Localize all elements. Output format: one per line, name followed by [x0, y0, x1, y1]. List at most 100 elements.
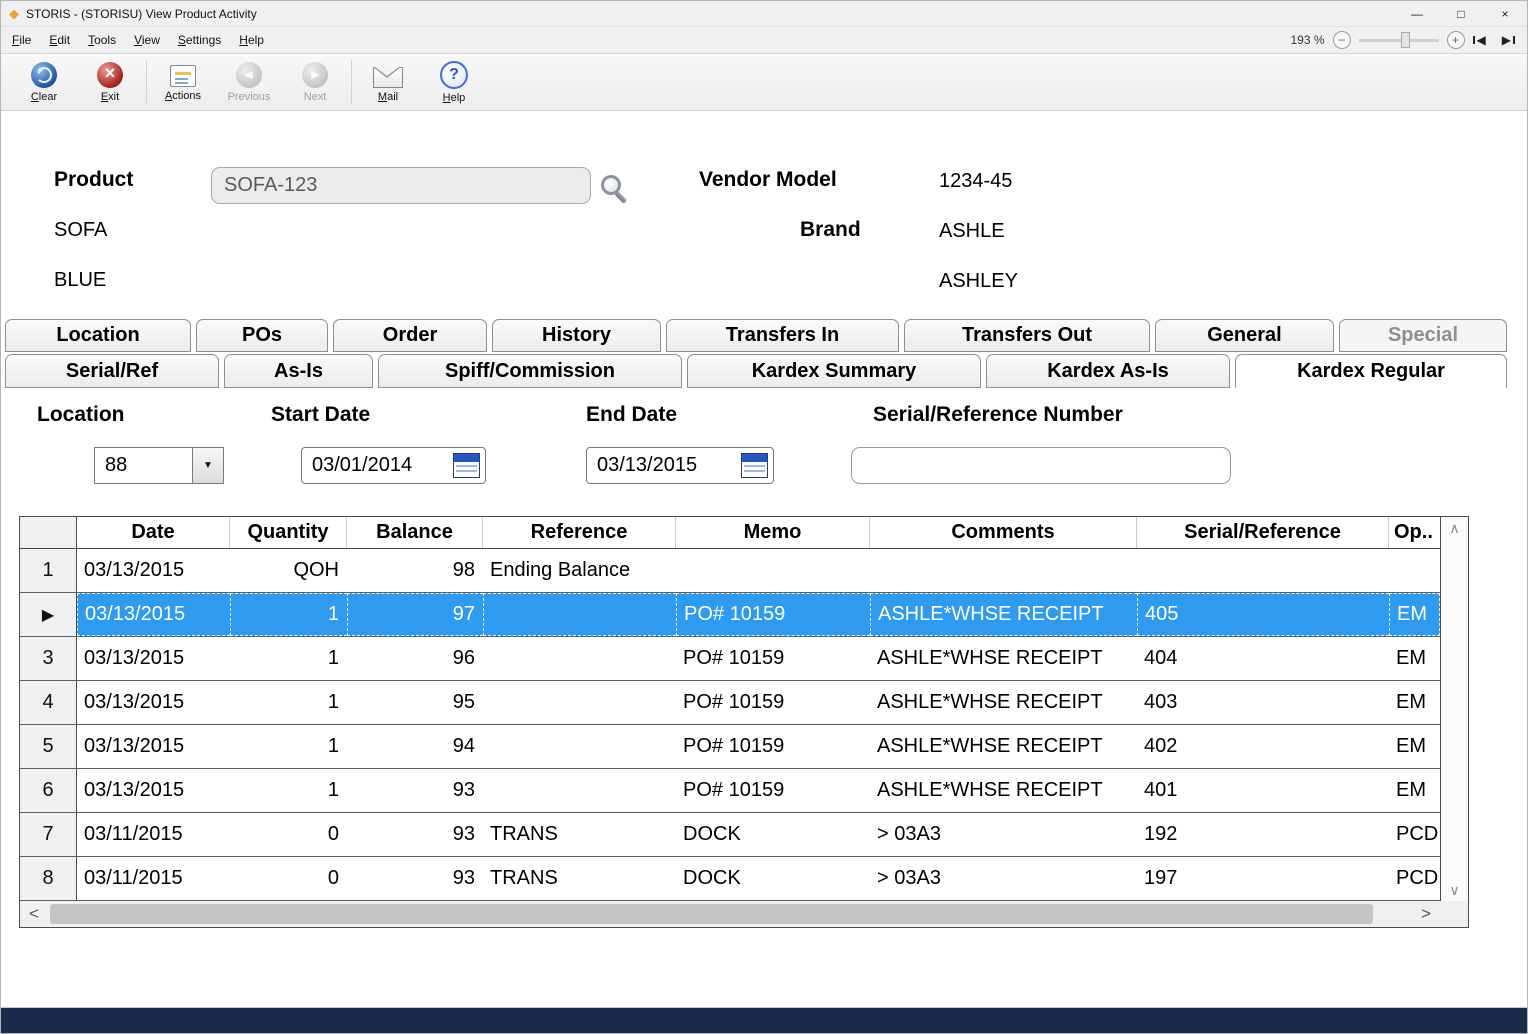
menu-item-edit[interactable]: Edit — [40, 33, 79, 47]
maximize-button[interactable]: □ — [1439, 1, 1483, 26]
exit-button[interactable]: Exit — [77, 56, 143, 108]
product-code-field[interactable] — [211, 167, 591, 204]
tab-pos[interactable]: POs — [196, 319, 328, 352]
table-row-2[interactable]: ▶03/13/2015197PO# 10159ASHLE*WHSE RECEIP… — [20, 593, 1440, 637]
table-row-6[interactable]: 603/13/2015193PO# 10159ASHLE*WHSE RECEIP… — [20, 769, 1440, 813]
end-date-field[interactable]: 03/13/2015 — [586, 447, 774, 484]
cell-date: 03/13/2015 — [77, 769, 230, 812]
scroll-up-button[interactable]: ∧ — [1441, 517, 1468, 539]
tab-kardex-summary[interactable]: Kardex Summary — [687, 354, 981, 388]
toolbar-label-next: Next — [304, 91, 327, 103]
column-header-memo[interactable]: Memo — [676, 517, 870, 548]
start-date-field[interactable]: 03/01/2014 — [301, 447, 486, 484]
menu-items: FileEditToolsViewSettingsHelp — [1, 27, 273, 53]
table-row-4[interactable]: 403/13/2015195PO# 10159ASHLE*WHSE RECEIP… — [20, 681, 1440, 725]
cell-balance: 95 — [347, 681, 483, 724]
table-row-5[interactable]: 503/13/2015194PO# 10159ASHLE*WHSE RECEIP… — [20, 725, 1440, 769]
row-header-1[interactable]: 1 — [20, 549, 77, 592]
table-row-3[interactable]: 303/13/2015196PO# 10159ASHLE*WHSE RECEIP… — [20, 637, 1440, 681]
cell-comments: > 03A3 — [870, 813, 1137, 856]
clear-button[interactable]: Clear — [11, 56, 77, 108]
zoom-out-button[interactable]: − — [1333, 31, 1351, 49]
tab-as-is[interactable]: As-Is — [224, 354, 373, 388]
scroll-left-button[interactable]: < — [20, 904, 48, 924]
actions-button[interactable]: Actions — [150, 56, 216, 108]
help-button[interactable]: Help — [421, 56, 487, 108]
minimize-button[interactable]: — — [1395, 1, 1439, 26]
menu-item-tools[interactable]: Tools — [79, 33, 125, 47]
table-row-8[interactable]: 803/11/2015093TRANSDOCK> 03A3197PCD — [20, 857, 1440, 901]
row-header-5[interactable]: 5 — [20, 725, 77, 768]
zoom-slider-thumb[interactable] — [1401, 32, 1410, 48]
mail-button[interactable]: Mail — [355, 56, 421, 108]
column-header-date[interactable]: Date — [77, 517, 230, 548]
column-header-reference[interactable]: Reference — [483, 517, 676, 548]
row-header-7[interactable]: 7 — [20, 813, 77, 856]
product-description-1: SOFA — [54, 219, 107, 242]
column-header-balance[interactable]: Balance — [347, 517, 483, 548]
calendar-icon[interactable] — [453, 453, 480, 478]
serial-reference-input[interactable] — [851, 447, 1231, 484]
tab-order[interactable]: Order — [333, 319, 487, 352]
vertical-scrollbar[interactable]: ∧ ∨ — [1440, 517, 1468, 901]
vscroll-track[interactable] — [1441, 539, 1468, 879]
scroll-right-button[interactable]: > — [1412, 904, 1440, 924]
location-dropdown-button[interactable]: ▼ — [192, 448, 223, 483]
tab-kardex-regular[interactable]: Kardex Regular — [1235, 354, 1507, 388]
tab-history[interactable]: History — [492, 319, 661, 352]
record-first-button[interactable]: ◀ — [1473, 33, 1490, 47]
tab-transfers-in[interactable]: Transfers In — [666, 319, 899, 352]
cell-comments: ASHLE*WHSE RECEIPT — [870, 681, 1137, 724]
table-row-1[interactable]: 103/13/2015QOH98Ending Balance — [20, 549, 1440, 593]
grid-select-all-cell[interactable] — [20, 517, 77, 548]
kardex-grid: DateQuantityBalanceReferenceMemoComments… — [19, 516, 1469, 928]
cell-op: EM — [1389, 725, 1440, 768]
cell-memo: PO# 10159 — [676, 725, 870, 768]
column-header-serial[interactable]: Serial/Reference — [1137, 517, 1389, 548]
end-date-value: 03/13/2015 — [597, 454, 697, 477]
calendar-icon[interactable] — [741, 453, 768, 478]
row-header-2[interactable]: ▶ — [20, 593, 77, 636]
tabs-row2: Serial/RefAs-IsSpiff/CommissionKardex Su… — [5, 354, 1507, 388]
next-icon — [302, 62, 328, 88]
menu-item-help[interactable]: Help — [230, 33, 273, 47]
row-header-8[interactable]: 8 — [20, 857, 77, 900]
app-icon: ◆ — [9, 6, 19, 22]
menu-item-file[interactable]: File — [3, 33, 40, 47]
cell-quantity: 0 — [230, 813, 347, 856]
cell-reference — [483, 681, 676, 724]
search-icon[interactable] — [598, 171, 634, 207]
location-select[interactable]: 88 ▼ — [94, 447, 224, 484]
close-button[interactable]: × — [1483, 1, 1527, 26]
record-last-button[interactable]: ▶ — [1498, 33, 1515, 47]
tab-serial-ref[interactable]: Serial/Ref — [5, 354, 219, 388]
column-header-op[interactable]: Op.. — [1389, 517, 1440, 548]
menu-item-view[interactable]: View — [125, 33, 169, 47]
tab-general[interactable]: General — [1155, 319, 1334, 352]
tab-spiff-commission[interactable]: Spiff/Commission — [378, 354, 682, 388]
toolbar: ClearExitActionsPreviousNextMailHelp — [1, 54, 1527, 111]
zoom-slider[interactable] — [1359, 31, 1439, 49]
previous-icon — [236, 62, 262, 88]
tab-location[interactable]: Location — [5, 319, 191, 352]
row-header-4[interactable]: 4 — [20, 681, 77, 724]
zoom-in-button[interactable]: + — [1447, 31, 1465, 49]
tab-transfers-out[interactable]: Transfers Out — [904, 319, 1150, 352]
tab-kardex-as-is[interactable]: Kardex As-Is — [986, 354, 1230, 388]
mail-icon — [373, 67, 403, 88]
column-header-comments[interactable]: Comments — [870, 517, 1137, 548]
cell-reference — [483, 769, 676, 812]
hscroll-thumb[interactable] — [50, 904, 1373, 924]
menu-item-settings[interactable]: Settings — [169, 33, 230, 47]
cell-memo: PO# 10159 — [676, 593, 870, 636]
row-header-3[interactable]: 3 — [20, 637, 77, 680]
scroll-down-button[interactable]: ∨ — [1441, 879, 1468, 901]
cell-quantity: 0 — [230, 857, 347, 900]
cell-serial: 403 — [1137, 681, 1389, 724]
column-header-quantity[interactable]: Quantity — [230, 517, 347, 548]
horizontal-scrollbar[interactable]: < > — [20, 901, 1440, 927]
row-header-6[interactable]: 6 — [20, 769, 77, 812]
table-row-7[interactable]: 703/11/2015093TRANSDOCK> 03A3192PCD — [20, 813, 1440, 857]
brand-name: ASHLEY — [939, 270, 1018, 293]
clear-icon — [31, 62, 57, 88]
